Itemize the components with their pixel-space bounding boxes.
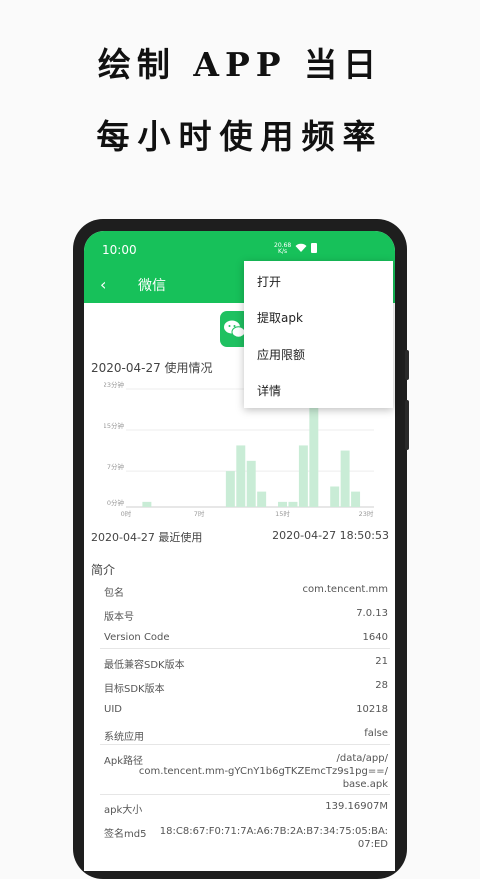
divider <box>100 744 390 745</box>
y-tick-label: 0分钟 <box>107 498 125 507</box>
x-tick-label: 23时 <box>359 509 374 518</box>
apk-path-line: /data/app/ <box>336 753 388 764</box>
info-value: false <box>364 728 388 739</box>
chart-bar-16 <box>288 501 298 507</box>
info-value: 10218 <box>356 704 388 715</box>
apk-path-value: /data/app/ com.tencent.mm-gYCnY1b6gTKZEm… <box>139 752 388 791</box>
network-speed: 20.68 K/s <box>274 243 291 255</box>
md5-label: 签名md5 <box>104 829 147 840</box>
divider <box>100 648 390 649</box>
info-row: 目标SDK版本 28 <box>104 680 388 695</box>
intro-title: 简介 <box>91 563 116 577</box>
overflow-menu: 打开 提取apk 应用限额 详情 <box>244 261 393 408</box>
apk-size-value: 139.16907M <box>325 801 388 812</box>
last-used-row: 2020-04-27 最近使用 2020-04-27 18:50:53 <box>91 529 389 545</box>
app-title: 微信 <box>138 278 166 294</box>
info-label: 版本号 <box>104 612 134 623</box>
info-value: 21 <box>375 656 388 667</box>
md5-line: 07:ED <box>357 839 388 850</box>
chart-bar-22 <box>351 491 361 507</box>
x-tick-label: 0时 <box>121 509 132 518</box>
chart-bar-11 <box>236 445 246 507</box>
y-tick-label: 15分钟 <box>104 421 124 430</box>
y-tick-label: 7分钟 <box>107 462 125 471</box>
menu-item-open[interactable]: 打开 <box>257 273 281 290</box>
info-value: com.tencent.mm <box>302 584 388 595</box>
info-row: Version Code 1640 <box>104 632 388 643</box>
apk-path-line: base.apk <box>342 779 388 790</box>
info-value: 28 <box>375 680 388 691</box>
chart-bar-10 <box>225 471 235 507</box>
chart-bar-2 <box>142 501 152 507</box>
md5-value: 18:C8:67:F0:71:7A:A6:7B:2A:B7:34:75:05:B… <box>160 825 388 851</box>
info-label: Version Code <box>104 632 170 643</box>
power-button <box>405 400 409 450</box>
usage-title: 2020-04-27 使用情况 <box>91 361 213 375</box>
info-row: 版本号 7.0.13 <box>104 608 388 623</box>
chart-bar-17 <box>298 445 308 507</box>
info-value: 1640 <box>362 632 388 643</box>
info-row: 包名 com.tencent.mm <box>104 584 388 599</box>
x-tick-label: 15时 <box>275 509 290 518</box>
headline-line-2: 每小时使用频率 <box>96 117 384 156</box>
battery-icon <box>311 243 317 253</box>
info-row: 最低兼容SDK版本 21 <box>104 656 388 671</box>
info-label: UID <box>104 704 122 715</box>
info-row: UID 10218 <box>104 704 388 715</box>
last-used-value: 2020-04-27 18:50:53 <box>272 529 389 542</box>
info-label: 最低兼容SDK版本 <box>104 660 185 671</box>
chart-bar-15 <box>278 501 288 507</box>
menu-item-extract-apk[interactable]: 提取apk <box>257 309 303 326</box>
info-label: 包名 <box>104 588 124 599</box>
apk-path-label: Apk路径 <box>104 756 143 767</box>
headline-line-1: 绘制 APP 当日 <box>97 45 383 84</box>
menu-item-details[interactable]: 详情 <box>257 382 281 399</box>
volume-button <box>405 350 409 380</box>
back-icon[interactable]: ‹ <box>100 275 106 294</box>
info-label: 系统应用 <box>104 732 144 743</box>
chart-bar-20 <box>330 486 340 507</box>
chart-bar-21 <box>340 450 350 507</box>
last-used-label: 2020-04-27 最近使用 <box>91 531 203 544</box>
md5-row: 签名md5 18:C8:67:F0:71:7A:A6:7B:2A:B7:34:7… <box>104 825 388 850</box>
info-label: 目标SDK版本 <box>104 684 165 695</box>
network-speed-unit: K/s <box>278 248 288 255</box>
apk-path-row: Apk路径 /data/app/ com.tencent.mm-gYCnY1b6… <box>104 752 388 790</box>
info-value: 7.0.13 <box>356 608 388 619</box>
chart-bar-13 <box>257 491 267 507</box>
menu-item-app-limit[interactable]: 应用限额 <box>257 346 305 363</box>
md5-line: 18:C8:67:F0:71:7A:A6:7B:2A:B7:34:75:05:B… <box>159 826 388 837</box>
divider <box>100 794 390 795</box>
wifi-icon <box>295 243 307 252</box>
apk-size-label: apk大小 <box>104 805 143 816</box>
apk-path-line: com.tencent.mm-gYCnY1b6gTKZEmcTz9s1pg==/ <box>138 766 388 777</box>
info-row: 系统应用 false <box>104 728 388 743</box>
y-tick-label: 23分钟 <box>104 381 124 389</box>
apk-size-row: apk大小 139.16907M <box>104 801 388 816</box>
chart-bar-12 <box>246 460 256 507</box>
status-time: 10:00 <box>102 243 137 257</box>
x-tick-label: 7时 <box>194 509 205 518</box>
